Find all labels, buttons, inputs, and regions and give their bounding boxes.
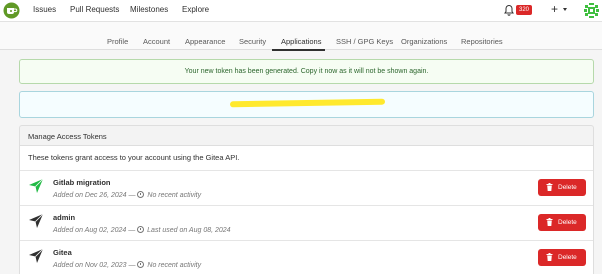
delete-token-button[interactable]: Delete [538,249,586,266]
send-icon [29,213,44,228]
access-tokens-list: These tokens grant access to your accoun… [19,146,594,274]
token-row: admin Added on Aug 02, 2024 — Last used … [20,205,593,240]
trash-icon [546,218,553,226]
success-message-text: Your new token has been generated. Copy … [184,68,429,75]
token-name: Gitea [53,248,72,257]
bell-icon[interactable] [503,4,515,16]
top-navbar: Issues Pull Requests Milestones Explore … [0,0,602,22]
send-icon [29,178,44,193]
send-icon [29,248,44,263]
token-meta: Added on Aug 02, 2024 — Last used on Aug… [53,226,231,234]
tab-profile[interactable]: Profile [107,37,128,46]
nav-milestones[interactable]: Milestones [130,5,168,14]
tab-organizations[interactable]: Organizations [401,37,447,46]
gitea-logo-icon[interactable] [3,2,20,19]
nav-explore[interactable]: Explore [182,5,209,14]
clock-icon [137,191,145,198]
trash-icon [546,183,553,191]
tab-applications[interactable]: Applications [281,37,321,46]
token-added-date: Added on Nov 02, 2023 [53,262,127,269]
trash-icon [546,253,553,261]
tab-security[interactable]: Security [239,37,266,46]
token-generated-message: Your new token has been generated. Copy … [19,59,594,84]
clock-icon [137,226,145,233]
nav-issues[interactable]: Issues [33,5,56,14]
chevron-down-icon[interactable] [563,8,567,11]
token-activity: No recent activity [147,192,202,199]
redacted-token-mark [229,98,386,108]
token-activity: Last used on Aug 08, 2024 [147,227,231,234]
new-token-box [19,91,594,118]
token-row: Gitlab migration Added on Dec 26, 2024 —… [20,170,593,205]
token-name: admin [53,213,76,222]
token-added-date: Added on Aug 02, 2024 [53,227,127,234]
tab-repositories[interactable]: Repositories [461,37,503,46]
clock-icon [137,261,145,268]
tab-appearance[interactable]: Appearance [185,37,225,46]
token-meta: Added on Dec 26, 2024 — No recent activi… [53,191,202,199]
active-tab-indicator [272,49,325,51]
token-activity: No recent activity [147,262,202,269]
delete-button-label: Delete [558,184,577,191]
user-avatar[interactable] [583,2,600,19]
notification-count-badge: 320 [516,5,533,15]
settings-tab-bar: Profile Account Appearance Security Appl… [0,22,602,50]
tokens-intro-text: These tokens grant access to your accoun… [28,153,240,162]
delete-token-button[interactable]: Delete [538,214,586,231]
token-row: Gitea Added on Nov 02, 2023 — No recent … [20,240,593,274]
tab-account[interactable]: Account [143,37,170,46]
token-name: Gitlab migration [53,178,111,187]
delete-button-label: Delete [558,219,577,226]
manage-access-tokens-header: Manage Access Tokens [19,125,594,146]
delete-token-button[interactable]: Delete [538,179,586,196]
tab-ssh-gpg-keys[interactable]: SSH / GPG Keys [336,37,393,46]
token-added-date: Added on Dec 26, 2024 [53,192,127,199]
delete-button-label: Delete [558,254,577,261]
section-title: Manage Access Tokens [28,132,107,141]
create-new-plus-icon[interactable]: + [551,2,558,16]
token-meta: Added on Nov 02, 2023 — No recent activi… [53,261,202,269]
nav-pull-requests[interactable]: Pull Requests [70,5,119,14]
